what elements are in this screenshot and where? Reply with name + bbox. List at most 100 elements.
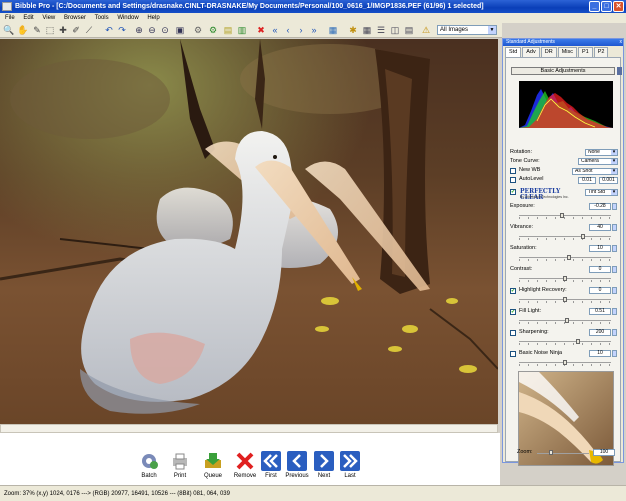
maximize-button[interactable]: □: [601, 1, 612, 12]
contrast-spinner[interactable]: [612, 266, 617, 273]
highlight-recovery-slider[interactable]: [563, 297, 567, 302]
minimize-button[interactable]: _: [589, 1, 600, 12]
tab-adv[interactable]: Adv: [522, 47, 540, 57]
tab-p2[interactable]: P2: [593, 47, 609, 57]
zoom-in-icon[interactable]: ⊕: [134, 25, 144, 35]
settings-icon[interactable]: ⚙: [193, 25, 203, 35]
last-button[interactable]: Last: [338, 450, 362, 479]
rotate-right-icon[interactable]: ↷: [117, 25, 127, 35]
new-wb-checkbox[interactable]: [510, 168, 516, 174]
queue-button[interactable]: Queue: [201, 450, 225, 479]
saturation-slider[interactable]: [567, 255, 572, 260]
highlight-recovery-spinner[interactable]: [612, 287, 617, 294]
menu-view[interactable]: View: [42, 15, 55, 21]
brush-icon[interactable]: ✐: [71, 25, 81, 35]
highlight-recovery-value[interactable]: 0: [589, 287, 611, 294]
vibrance-spinner[interactable]: [612, 224, 617, 231]
fullscreen-icon[interactable]: ▣: [175, 25, 185, 35]
zoom-slider[interactable]: [549, 450, 553, 455]
fill-light-spinner[interactable]: [612, 308, 617, 315]
contrast-slider[interactable]: [563, 276, 567, 281]
star-icon[interactable]: ✱: [348, 25, 358, 35]
batch-tool-icon[interactable]: ⚙: [208, 25, 218, 35]
sharpening-value[interactable]: 200: [589, 329, 611, 336]
tab-p1[interactable]: P1: [578, 47, 593, 57]
tone-curve-select[interactable]: Camera: [578, 158, 618, 165]
next-button[interactable]: Next: [313, 450, 335, 479]
perfectly-clear-select[interactable]: Tint Std: [585, 189, 618, 196]
crop-icon[interactable]: ⬚: [45, 25, 55, 35]
zoom-fit-icon[interactable]: ⊙: [160, 25, 170, 35]
autolevel-value1[interactable]: 0.01: [578, 177, 596, 184]
saturation-value[interactable]: 10: [589, 245, 611, 252]
images-filter-select[interactable]: All Images ▼: [437, 25, 497, 35]
heal-tool-icon[interactable]: ✚: [58, 25, 68, 35]
exposure-slider[interactable]: [560, 213, 565, 218]
autolevel-value2[interactable]: 0.001: [599, 177, 618, 184]
fill-light-checkbox[interactable]: ✔: [510, 309, 516, 315]
queue-tool-icon[interactable]: ▥: [237, 25, 247, 35]
perfectly-clear-checkbox[interactable]: ✔: [510, 189, 516, 195]
horizontal-scrollbar[interactable]: [0, 424, 498, 433]
zoom-tool-icon[interactable]: 🔍: [3, 25, 14, 35]
batch-button[interactable]: Batch: [138, 450, 160, 479]
vibrance-value[interactable]: 40: [589, 224, 611, 231]
menu-edit[interactable]: Edit: [23, 15, 33, 21]
compare-view-icon[interactable]: ◫: [390, 25, 400, 35]
first-tool-icon[interactable]: «: [270, 25, 280, 35]
warning-icon[interactable]: ⚠: [421, 25, 431, 35]
remove-tool-icon[interactable]: ✖: [256, 25, 266, 35]
autolevel-checkbox[interactable]: [510, 177, 516, 183]
saturation-spinner[interactable]: [612, 245, 617, 252]
zoom-out-icon[interactable]: ⊖: [147, 25, 157, 35]
close-button[interactable]: ✕: [613, 1, 624, 12]
hand-tool-icon[interactable]: ✋: [17, 25, 28, 35]
menu-window[interactable]: Window: [117, 15, 138, 21]
pin-icon[interactable]: [617, 67, 622, 75]
menu-browser[interactable]: Browser: [64, 15, 86, 21]
sharpening-spinner[interactable]: [612, 329, 617, 336]
noise-ninja-slider[interactable]: [563, 360, 567, 365]
tab-misc[interactable]: Misc: [557, 47, 578, 57]
print-button[interactable]: Print: [169, 450, 191, 479]
menu-help[interactable]: Help: [147, 15, 159, 21]
exposure-value[interactable]: -0.28: [589, 203, 611, 210]
zoom-value[interactable]: 100: [593, 449, 615, 456]
image-view-icon[interactable]: ▦: [328, 25, 338, 35]
basic-adjustments-button[interactable]: Basic Adjustments: [511, 67, 615, 75]
vibrance-slider[interactable]: [580, 234, 585, 239]
last-tool-icon[interactable]: »: [309, 25, 319, 35]
eyedropper-icon[interactable]: ✎: [32, 25, 42, 35]
main-photo[interactable]: [0, 39, 498, 424]
menu-file[interactable]: File: [5, 15, 15, 21]
first-button[interactable]: First: [260, 450, 282, 479]
new-wb-select[interactable]: As Shot: [572, 168, 618, 175]
exposure-spinner[interactable]: [612, 203, 617, 210]
noise-ninja-value[interactable]: 10: [589, 350, 611, 357]
remove-button[interactable]: Remove: [233, 450, 257, 479]
list-view-icon[interactable]: ☰: [376, 25, 386, 35]
previous-button[interactable]: Previous: [285, 450, 309, 479]
noise-ninja-checkbox[interactable]: [510, 351, 516, 357]
sharpening-checkbox[interactable]: [510, 330, 516, 336]
menu-tools[interactable]: Tools: [95, 15, 109, 21]
straighten-icon[interactable]: ⟋: [84, 25, 94, 35]
sharpening-slider[interactable]: [576, 339, 581, 344]
remove-x-icon: [234, 450, 256, 472]
panel-view-icon[interactable]: ▤: [404, 25, 414, 35]
highlight-recovery-checkbox[interactable]: ✔: [510, 288, 516, 294]
double-chevron-right-icon: [339, 450, 361, 472]
rotate-left-icon[interactable]: ↶: [104, 25, 114, 35]
tab-dr[interactable]: DR: [540, 47, 557, 57]
fill-light-slider[interactable]: [564, 318, 569, 323]
fill-light-value[interactable]: 0.51: [589, 308, 611, 315]
tab-std[interactable]: Std: [505, 47, 522, 57]
rotation-select[interactable]: None: [585, 149, 618, 156]
print-tool-icon[interactable]: ▤: [223, 25, 233, 35]
contrast-value[interactable]: 0: [589, 266, 611, 273]
panel-close-icon[interactable]: x: [620, 39, 623, 46]
noise-ninja-spinner[interactable]: [612, 350, 617, 357]
next-tool-icon[interactable]: ›: [296, 25, 306, 35]
grid-view-icon[interactable]: ▦: [362, 25, 372, 35]
previous-tool-icon[interactable]: ‹: [283, 25, 293, 35]
